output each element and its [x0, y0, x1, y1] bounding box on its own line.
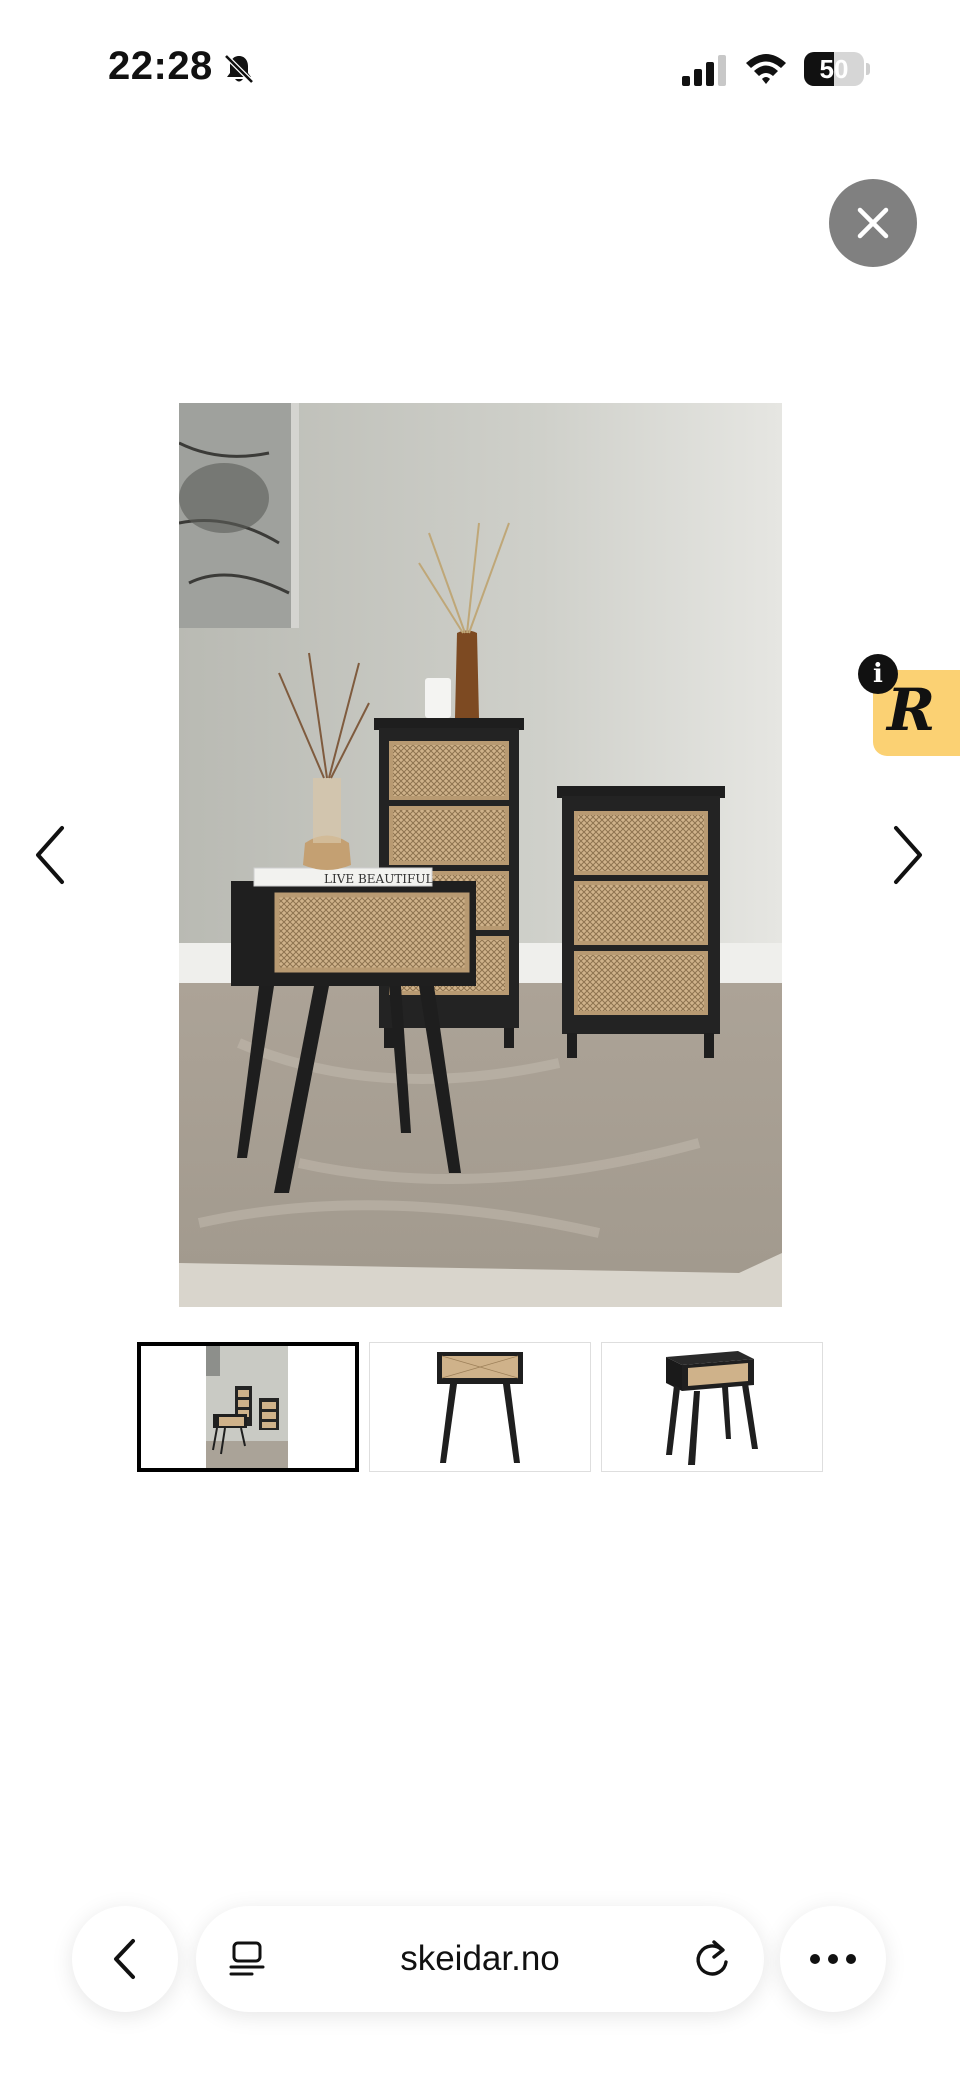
chevron-right-icon[interactable]: [882, 820, 932, 890]
thumbnail-nightstand-angle[interactable]: [601, 1342, 823, 1472]
more-button[interactable]: [780, 1906, 886, 2012]
back-button[interactable]: [72, 1906, 178, 2012]
url-text: skeidar.no: [400, 1939, 560, 1978]
thumbnail-strip: [137, 1342, 823, 1472]
battery-icon: 50: [804, 52, 870, 86]
chevron-left-icon[interactable]: [26, 820, 76, 890]
reader-icon[interactable]: [228, 1940, 266, 1978]
thumbnail-room-photo[interactable]: [137, 1342, 359, 1472]
battery-level: 50: [819, 54, 849, 84]
r-logo-letter: R: [887, 676, 936, 744]
main-product-image[interactable]: LIVE BEAUTIFUL: [179, 403, 782, 1307]
status-time: 22:28: [108, 44, 213, 88]
thumbnail-nightstand-front[interactable]: [369, 1342, 591, 1472]
close-icon: [857, 207, 889, 239]
chevron-left-icon: [114, 1939, 135, 1979]
wifi-icon: [746, 54, 786, 84]
info-badge[interactable]: i: [858, 654, 898, 694]
cellular-signal-icon: [682, 55, 726, 86]
bell-slash-icon: [224, 54, 254, 84]
reload-icon[interactable]: [692, 1938, 732, 1980]
book-title: LIVE BEAUTIFUL: [324, 872, 433, 886]
more-icon: [810, 1954, 856, 1964]
address-bar[interactable]: skeidar.no: [196, 1906, 764, 2012]
close-button[interactable]: [829, 179, 917, 267]
